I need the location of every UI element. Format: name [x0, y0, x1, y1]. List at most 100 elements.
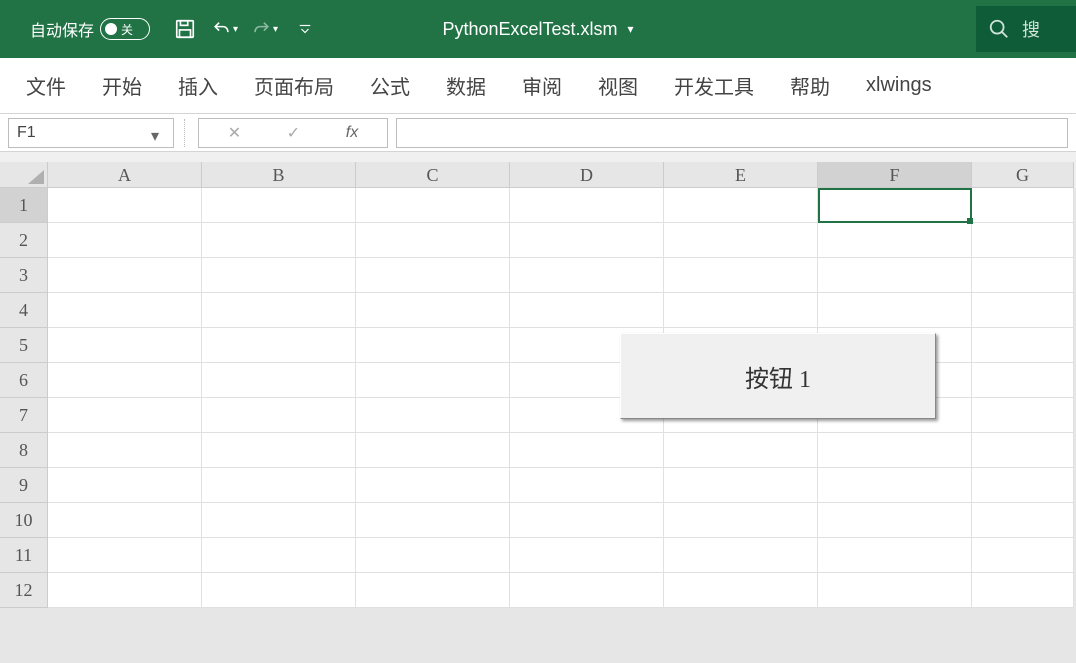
- tab-review[interactable]: 审阅: [522, 71, 562, 100]
- cell-E9[interactable]: [664, 468, 818, 503]
- cell-B1[interactable]: [202, 188, 356, 223]
- cell-E3[interactable]: [664, 258, 818, 293]
- tab-formulas[interactable]: 公式: [370, 71, 410, 100]
- row-header-4[interactable]: 4: [0, 293, 48, 328]
- cell-F1[interactable]: [818, 188, 972, 223]
- cell-D4[interactable]: [510, 293, 664, 328]
- tab-file[interactable]: 文件: [26, 71, 66, 100]
- cell-A10[interactable]: [48, 503, 202, 538]
- row-header-6[interactable]: 6: [0, 363, 48, 398]
- row-header-8[interactable]: 8: [0, 433, 48, 468]
- undo-button[interactable]: ▾: [212, 16, 238, 42]
- cell-C3[interactable]: [356, 258, 510, 293]
- cell-G11[interactable]: [972, 538, 1074, 573]
- cell-D12[interactable]: [510, 573, 664, 608]
- cell-B11[interactable]: [202, 538, 356, 573]
- cell-C11[interactable]: [356, 538, 510, 573]
- toggle-switch[interactable]: 关: [100, 18, 150, 40]
- cell-A8[interactable]: [48, 433, 202, 468]
- cell-F12[interactable]: [818, 573, 972, 608]
- cell-G9[interactable]: [972, 468, 1074, 503]
- cell-E8[interactable]: [664, 433, 818, 468]
- tab-data[interactable]: 数据: [446, 71, 486, 100]
- cell-A6[interactable]: [48, 363, 202, 398]
- cell-E1[interactable]: [664, 188, 818, 223]
- cell-G6[interactable]: [972, 363, 1074, 398]
- tab-insert[interactable]: 插入: [178, 71, 218, 100]
- cell-C10[interactable]: [356, 503, 510, 538]
- row-header-5[interactable]: 5: [0, 328, 48, 363]
- col-header-E[interactable]: E: [664, 162, 818, 188]
- redo-button[interactable]: ▾: [252, 16, 278, 42]
- row-header-3[interactable]: 3: [0, 258, 48, 293]
- cell-G3[interactable]: [972, 258, 1074, 293]
- col-header-D[interactable]: D: [510, 162, 664, 188]
- cell-C5[interactable]: [356, 328, 510, 363]
- col-header-A[interactable]: A: [48, 162, 202, 188]
- tab-developer[interactable]: 开发工具: [674, 71, 754, 100]
- tab-view[interactable]: 视图: [598, 71, 638, 100]
- cell-C2[interactable]: [356, 223, 510, 258]
- customize-qat-button[interactable]: [292, 16, 318, 42]
- cell-E12[interactable]: [664, 573, 818, 608]
- cell-A12[interactable]: [48, 573, 202, 608]
- cell-F4[interactable]: [818, 293, 972, 328]
- cell-B10[interactable]: [202, 503, 356, 538]
- row-header-2[interactable]: 2: [0, 223, 48, 258]
- cell-A3[interactable]: [48, 258, 202, 293]
- cell-B6[interactable]: [202, 363, 356, 398]
- row-header-7[interactable]: 7: [0, 398, 48, 433]
- cell-D1[interactable]: [510, 188, 664, 223]
- search-box[interactable]: 搜: [976, 6, 1076, 52]
- cell-C6[interactable]: [356, 363, 510, 398]
- cell-B7[interactable]: [202, 398, 356, 433]
- cell-B12[interactable]: [202, 573, 356, 608]
- cell-B2[interactable]: [202, 223, 356, 258]
- col-header-B[interactable]: B: [202, 162, 356, 188]
- cell-E4[interactable]: [664, 293, 818, 328]
- row-header-10[interactable]: 10: [0, 503, 48, 538]
- cell-G2[interactable]: [972, 223, 1074, 258]
- cell-C4[interactable]: [356, 293, 510, 328]
- name-box[interactable]: F1 ▾: [8, 118, 174, 148]
- cell-C7[interactable]: [356, 398, 510, 433]
- fx-icon[interactable]: fx: [346, 124, 358, 142]
- cell-B4[interactable]: [202, 293, 356, 328]
- cell-D3[interactable]: [510, 258, 664, 293]
- cell-F2[interactable]: [818, 223, 972, 258]
- col-header-F[interactable]: F: [818, 162, 972, 188]
- macro-button-1[interactable]: 按钮 1: [620, 333, 936, 419]
- cell-B3[interactable]: [202, 258, 356, 293]
- cell-G8[interactable]: [972, 433, 1074, 468]
- formula-input[interactable]: [396, 118, 1068, 148]
- cell-F10[interactable]: [818, 503, 972, 538]
- cell-B8[interactable]: [202, 433, 356, 468]
- cell-D8[interactable]: [510, 433, 664, 468]
- cell-C1[interactable]: [356, 188, 510, 223]
- tab-home[interactable]: 开始: [102, 71, 142, 100]
- cell-C8[interactable]: [356, 433, 510, 468]
- cell-F3[interactable]: [818, 258, 972, 293]
- cell-G5[interactable]: [972, 328, 1074, 363]
- cell-B5[interactable]: [202, 328, 356, 363]
- cell-F8[interactable]: [818, 433, 972, 468]
- cell-E2[interactable]: [664, 223, 818, 258]
- cell-A1[interactable]: [48, 188, 202, 223]
- col-header-C[interactable]: C: [356, 162, 510, 188]
- tab-help[interactable]: 帮助: [790, 71, 830, 100]
- cell-G1[interactable]: [972, 188, 1074, 223]
- cell-A4[interactable]: [48, 293, 202, 328]
- cell-G4[interactable]: [972, 293, 1074, 328]
- tab-xlwings[interactable]: xlwings: [866, 74, 932, 97]
- save-button[interactable]: [172, 16, 198, 42]
- cell-G7[interactable]: [972, 398, 1074, 433]
- cell-F11[interactable]: [818, 538, 972, 573]
- cell-C9[interactable]: [356, 468, 510, 503]
- cell-D9[interactable]: [510, 468, 664, 503]
- autosave-toggle[interactable]: 自动保存 关: [30, 17, 150, 41]
- cell-G12[interactable]: [972, 573, 1074, 608]
- row-header-12[interactable]: 12: [0, 573, 48, 608]
- cell-A9[interactable]: [48, 468, 202, 503]
- cell-D2[interactable]: [510, 223, 664, 258]
- row-header-1[interactable]: 1: [0, 188, 48, 223]
